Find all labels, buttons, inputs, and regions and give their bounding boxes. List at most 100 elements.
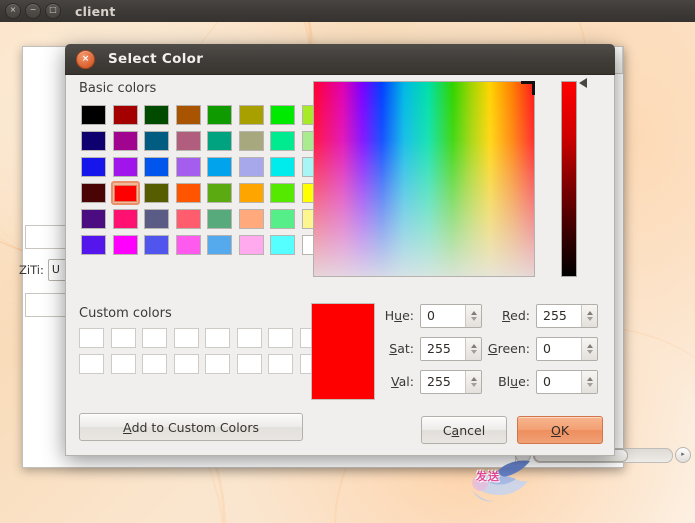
scroll-right-arrow-icon[interactable]: ▸ xyxy=(675,447,691,463)
basic-color-swatch[interactable] xyxy=(174,181,203,205)
custom-color-swatch[interactable] xyxy=(268,328,293,348)
basic-color-swatch[interactable] xyxy=(205,103,234,127)
spinner-up-arrow-icon[interactable] xyxy=(470,310,477,315)
basic-color-swatch[interactable] xyxy=(174,155,203,179)
basic-color-swatch[interactable] xyxy=(268,103,297,127)
spinner-buttons-hue[interactable] xyxy=(465,304,481,327)
spinner-down-arrow-icon[interactable] xyxy=(586,382,593,387)
spinner-value-green[interactable]: 0 xyxy=(537,337,581,360)
basic-color-swatch[interactable] xyxy=(237,129,266,153)
dialog-titlebar[interactable]: × Select Color xyxy=(65,44,615,75)
basic-color-swatch[interactable] xyxy=(205,233,234,257)
basic-color-swatch[interactable] xyxy=(205,155,234,179)
basic-color-swatch[interactable] xyxy=(142,155,171,179)
spinner-sat[interactable]: 255 xyxy=(420,336,482,361)
basic-color-swatch[interactable] xyxy=(205,181,234,205)
spinner-buttons-val[interactable] xyxy=(465,370,481,393)
dialog-close-icon[interactable]: × xyxy=(76,49,95,69)
basic-color-swatch[interactable] xyxy=(237,207,266,231)
basic-color-swatch[interactable] xyxy=(174,207,203,231)
custom-color-swatch[interactable] xyxy=(268,354,293,374)
spinner-value-hue[interactable]: 0 xyxy=(421,304,465,327)
spinner-buttons-blue[interactable] xyxy=(581,370,597,393)
basic-color-swatch[interactable] xyxy=(268,181,297,205)
add-to-custom-colors-button[interactable]: Add to Custom Colors xyxy=(79,413,303,441)
basic-color-swatch[interactable] xyxy=(79,233,108,257)
basic-color-swatch[interactable] xyxy=(268,155,297,179)
custom-color-swatch[interactable] xyxy=(110,328,136,348)
maximize-icon[interactable]: □ xyxy=(45,3,61,19)
custom-color-swatch[interactable] xyxy=(79,354,104,374)
spinner-buttons-red[interactable] xyxy=(581,304,597,327)
basic-color-swatch[interactable] xyxy=(142,129,171,153)
value-slider-marker-icon[interactable] xyxy=(579,78,587,88)
spinner-val[interactable]: 255 xyxy=(420,369,482,394)
basic-color-swatch[interactable] xyxy=(79,181,108,205)
spinner-value-blue[interactable]: 0 xyxy=(537,370,581,393)
minimize-icon[interactable]: − xyxy=(25,3,41,19)
custom-color-swatch[interactable] xyxy=(205,328,230,348)
spinner-red[interactable]: 255 xyxy=(536,303,598,328)
custom-color-swatch[interactable] xyxy=(79,328,104,348)
basic-color-swatch[interactable] xyxy=(174,129,203,153)
basic-color-swatch[interactable] xyxy=(268,207,297,231)
custom-color-swatch[interactable] xyxy=(173,354,199,374)
basic-color-swatch[interactable] xyxy=(237,181,266,205)
basic-color-swatch[interactable] xyxy=(237,233,266,257)
basic-color-swatch[interactable] xyxy=(205,129,234,153)
basic-color-swatch[interactable] xyxy=(237,155,266,179)
spinner-down-arrow-icon[interactable] xyxy=(470,382,477,387)
spinner-down-arrow-icon[interactable] xyxy=(586,349,593,354)
spinner-up-arrow-icon[interactable] xyxy=(586,310,593,315)
basic-color-swatch[interactable] xyxy=(79,129,108,153)
basic-color-swatch[interactable] xyxy=(142,181,171,205)
basic-color-swatch[interactable] xyxy=(268,129,297,153)
basic-color-swatch[interactable] xyxy=(110,181,140,205)
custom-color-swatch[interactable] xyxy=(142,328,167,348)
basic-color-swatch[interactable] xyxy=(111,103,140,127)
spinner-green[interactable]: 0 xyxy=(536,336,598,361)
basic-color-swatch[interactable] xyxy=(268,233,297,257)
cancel-button[interactable]: Ca ncel xyxy=(421,416,507,444)
saturation-hue-gradient-picker[interactable] xyxy=(313,81,535,277)
basic-color-swatch[interactable] xyxy=(237,103,266,127)
close-icon[interactable]: × xyxy=(5,3,21,19)
spinner-value-sat[interactable]: 255 xyxy=(421,337,465,360)
spinner-hue[interactable]: 0 xyxy=(420,303,482,328)
spinner-down-arrow-icon[interactable] xyxy=(470,349,477,354)
basic-color-swatch[interactable] xyxy=(174,103,203,127)
custom-color-swatch[interactable] xyxy=(205,354,230,374)
ok-button[interactable]: OK xyxy=(517,416,603,444)
spinner-up-arrow-icon[interactable] xyxy=(586,343,593,348)
spinner-blue[interactable]: 0 xyxy=(536,369,598,394)
gradient-crosshair-icon[interactable] xyxy=(520,81,535,96)
basic-color-swatch[interactable] xyxy=(79,103,108,127)
custom-color-swatch[interactable] xyxy=(110,354,136,374)
basic-color-swatch[interactable] xyxy=(142,233,171,257)
spinner-up-arrow-icon[interactable] xyxy=(470,343,477,348)
spinner-up-arrow-icon[interactable] xyxy=(470,376,477,381)
basic-color-swatch[interactable] xyxy=(111,207,140,231)
basic-color-swatch[interactable] xyxy=(79,155,108,179)
custom-colors-grid[interactable] xyxy=(79,328,329,378)
basic-color-swatch[interactable] xyxy=(142,103,171,127)
basic-color-swatch[interactable] xyxy=(205,207,234,231)
spinner-down-arrow-icon[interactable] xyxy=(586,316,593,321)
value-brightness-slider[interactable] xyxy=(561,81,577,277)
basic-color-swatch[interactable] xyxy=(79,207,108,231)
spinner-down-arrow-icon[interactable] xyxy=(470,316,477,321)
basic-color-swatch[interactable] xyxy=(111,129,140,153)
basic-color-swatch[interactable] xyxy=(142,207,171,231)
spinner-up-arrow-icon[interactable] xyxy=(586,376,593,381)
custom-color-swatch[interactable] xyxy=(173,328,199,348)
spinner-buttons-sat[interactable] xyxy=(465,337,481,360)
spinner-buttons-green[interactable] xyxy=(581,337,597,360)
custom-color-swatch[interactable] xyxy=(236,328,262,348)
basic-color-swatch[interactable] xyxy=(111,155,140,179)
custom-color-swatch[interactable] xyxy=(236,354,262,374)
custom-color-swatch[interactable] xyxy=(142,354,167,374)
spinner-value-red[interactable]: 255 xyxy=(537,304,581,327)
basic-color-swatch[interactable] xyxy=(174,233,203,257)
basic-colors-grid[interactable] xyxy=(79,103,329,257)
spinner-value-val[interactable]: 255 xyxy=(421,370,465,393)
